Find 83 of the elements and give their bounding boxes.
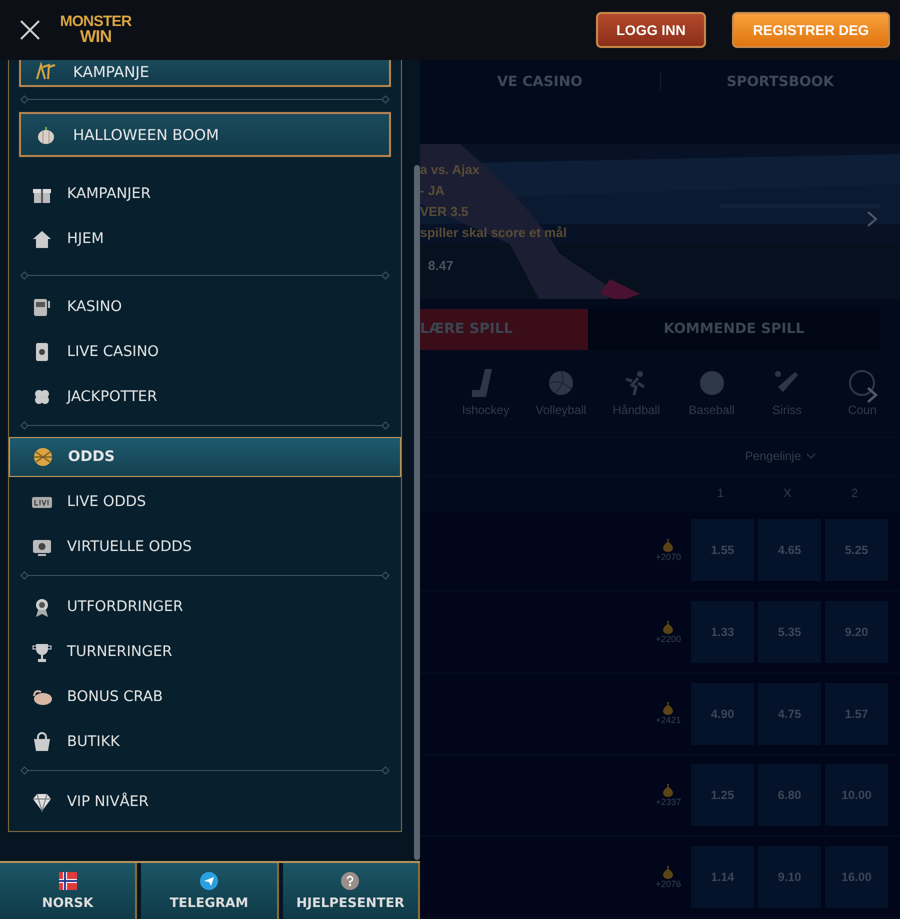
game-tab[interactable]: KOMMENDE SPILL: [588, 308, 880, 350]
boost-value: +2076: [656, 878, 681, 889]
nav-tab[interactable]: VE CASINO: [420, 73, 660, 92]
money-bag-icon: [663, 620, 674, 634]
odds-button[interactable]: 1.14: [691, 846, 754, 908]
odds-button[interactable]: 5.25: [825, 519, 888, 582]
menu-label: LIVE ODDS: [67, 494, 146, 510]
ball-icon: [32, 446, 54, 468]
menu-label: UTFORDRINGER: [67, 598, 184, 614]
odds-button[interactable]: 4.65: [758, 519, 821, 582]
menu-item[interactable]: BONUS CRAB: [19, 674, 391, 719]
paper-plane-icon: [200, 872, 218, 890]
banner-text: spiller skal score et mål: [420, 224, 567, 242]
boost-value: +2421: [656, 715, 681, 726]
next-icon[interactable]: [866, 386, 878, 404]
money-bag-icon: [663, 866, 674, 879]
ball-icon: [848, 369, 876, 398]
menu-item[interactable]: LIVE CASINO: [19, 329, 391, 374]
footer-button[interactable]: HJELPESENTER: [282, 863, 420, 919]
odds-button[interactable]: 1.25: [691, 764, 754, 826]
menu-label: VIRTUELLE ODDS: [67, 538, 192, 554]
menu-item[interactable]: UTFORDRINGER: [19, 584, 391, 629]
logo[interactable]: MONSTER WIN: [60, 14, 132, 46]
scrollbar[interactable]: [414, 165, 420, 860]
odds-button[interactable]: 1.33: [691, 601, 754, 664]
boost-value: +2337: [656, 796, 681, 807]
menu-item[interactable]: KASINO: [19, 284, 391, 329]
banner-text: VER 3.5: [420, 203, 470, 222]
help-icon: [341, 872, 360, 890]
boost-value: +2070: [656, 552, 681, 562]
promo-banner[interactable]: HALLOWEEN BOOM: [19, 112, 391, 157]
money-bag-icon: [663, 538, 674, 552]
nav-tab[interactable]: SPORTSBOOK: [660, 73, 900, 92]
menu-label: BUTIKK: [67, 734, 120, 750]
menu-label: KASINO: [67, 298, 122, 314]
menu-label: ODDS: [68, 449, 115, 465]
boost-value: +2200: [656, 634, 681, 644]
odds-button[interactable]: 6.80: [758, 764, 821, 826]
menu-item[interactable]: BUTIKK: [19, 719, 391, 764]
odds-button[interactable]: 4.75: [758, 682, 821, 745]
menu-item[interactable]: KAMPANJER: [19, 171, 391, 216]
banner-text: - JA: [420, 182, 446, 200]
next-icon[interactable]: [866, 210, 878, 228]
odds-button[interactable]: 9.10: [758, 846, 821, 908]
volleyball-icon: [546, 369, 575, 398]
menu-label: KAMPANJER: [67, 186, 151, 202]
odds-button[interactable]: 5.35: [758, 601, 821, 664]
odds-button[interactable]: 10.00: [825, 764, 888, 826]
bag-icon: [31, 730, 53, 752]
menu-item[interactable]: TURNERINGER: [19, 629, 391, 674]
menu-label: BONUS CRAB: [67, 688, 163, 704]
promo-label: HALLOWEEN BOOM: [73, 126, 219, 144]
footer-button[interactable]: NORSK: [0, 863, 138, 919]
menu-label: TURNERINGER: [67, 644, 172, 660]
caret-icon: [806, 452, 816, 460]
money-bag-icon: [663, 784, 674, 797]
menu-item[interactable]: VIRTUELLE ODDS: [19, 524, 391, 569]
odds-button[interactable]: 4.90: [691, 682, 754, 745]
login-button[interactable]: LOGG INN: [596, 12, 706, 48]
flag-icon: [58, 872, 77, 890]
register-button[interactable]: REGISTRER DEG: [732, 12, 890, 48]
game-tab[interactable]: LÆRE SPILL: [420, 308, 588, 350]
menu-item[interactable]: ODDS: [9, 437, 401, 477]
banner-text: a vs. Ajax: [420, 161, 481, 180]
menu-label: LIVE CASINO: [67, 344, 159, 360]
odds-button[interactable]: 1.55: [691, 519, 754, 582]
footer-button[interactable]: TELEGRAM: [141, 863, 279, 919]
promo-label: KAMPANJE: [73, 62, 150, 80]
ball-icon: [698, 369, 726, 398]
money-bag-icon: [663, 702, 674, 716]
menu-item[interactable]: HJEM: [19, 216, 391, 261]
promo-banner[interactable]: KAMPANJE: [19, 60, 391, 87]
menu-label: HJEM: [67, 230, 104, 246]
menu-item[interactable]: JACKPOTTER: [19, 374, 391, 419]
odds-button[interactable]: 9.20: [825, 601, 888, 664]
menu-label: JACKPOTTER: [67, 388, 158, 404]
menu-label: VIP NIVÅER: [67, 794, 149, 810]
odds-button[interactable]: 16.00: [825, 846, 888, 908]
close-icon[interactable]: [18, 18, 42, 42]
menu-item[interactable]: VIP NIVÅER: [19, 779, 391, 824]
menu-item[interactable]: LIVE ODDS: [19, 479, 391, 524]
odds-button[interactable]: 1.57: [825, 682, 888, 745]
odds-value[interactable]: 8.47: [420, 256, 567, 276]
